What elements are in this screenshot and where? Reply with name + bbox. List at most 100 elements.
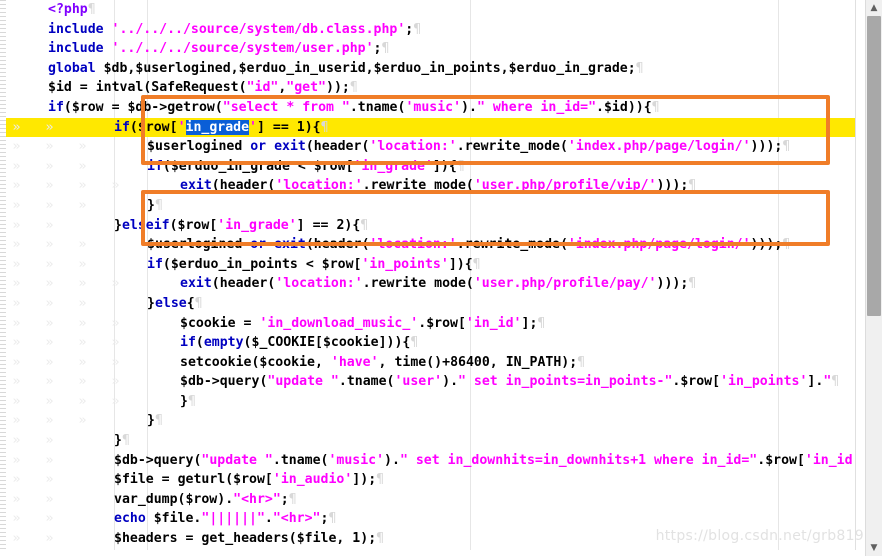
tab-marker-icon: »: [45, 197, 54, 213]
code-line[interactable]: »»»» if(empty($_COOKIE[$cookie])){¶: [0, 333, 866, 353]
code-line[interactable]: »»»» $cookie = 'in_download_music_'.$row[…: [0, 314, 866, 334]
code-line[interactable]: »»}¶: [0, 431, 866, 451]
bottom-edge-fade: [0, 550, 866, 556]
code-line[interactable]: »»»» $db->query("update ".tname('user')."…: [0, 372, 866, 392]
code-line[interactable]: »»»» exit(header('location:'.rewrite mode…: [0, 274, 866, 294]
code-editor-window[interactable]: <?php¶ include '../../../source/system/db…: [0, 0, 882, 556]
code-line[interactable]: include '../../../source/system/db.class…: [0, 20, 866, 40]
code-line[interactable]: »»» $userlogined or exit(header('location…: [0, 137, 866, 157]
tab-marker-icon: »: [45, 237, 54, 253]
scroll-up-arrow-icon[interactable]: ▲: [866, 0, 882, 16]
tab-marker-icon: »: [45, 335, 54, 351]
tab-marker-icon: »: [45, 354, 54, 370]
selected-text[interactable]: in_grade: [185, 119, 250, 135]
paragraph-mark-icon: ¶: [154, 197, 163, 213]
paragraph-mark-icon: ¶: [651, 99, 660, 115]
code-line[interactable]: »» if($row['in_grade'] == 1){¶: [0, 117, 866, 138]
tab-marker-icon: »: [111, 393, 120, 409]
tab-marker-icon: »: [78, 197, 87, 213]
tab-marker-icon: »: [45, 393, 54, 409]
paragraph-mark-icon: ¶: [376, 472, 385, 488]
tab-marker-icon: »: [111, 335, 120, 351]
tab-marker-icon: »: [45, 139, 54, 155]
code-line[interactable]: »» $file = geturl($row['in_audio']);¶: [0, 470, 866, 490]
paragraph-mark-icon: ¶: [688, 276, 697, 292]
code-line[interactable]: »»»}¶: [0, 196, 866, 216]
tab-marker-icon: »: [45, 276, 54, 292]
tab-marker-icon: »: [45, 256, 54, 272]
tab-marker-icon: »: [45, 452, 54, 468]
tab-marker-icon: »: [45, 315, 54, 331]
tab-marker-icon: »: [78, 158, 87, 174]
code-line[interactable]: $id = intval(SafeRequest("id","get"));¶: [0, 78, 866, 98]
code-line[interactable]: »»» if($erduo_in_points < $row['in_points…: [0, 255, 866, 275]
code-line[interactable]: »»»» setcookie($cookie, 'have', time()+86…: [0, 353, 866, 373]
watermark-text: https://blog.csdn.net/grb819: [655, 528, 864, 544]
tab-marker-icon: »: [45, 511, 54, 527]
code-text-area[interactable]: <?php¶ include '../../../source/system/db…: [0, 0, 882, 556]
tab-marker-icon: »: [78, 335, 87, 351]
paragraph-mark-icon: ¶: [187, 393, 196, 409]
code-line[interactable]: include '../../../source/system/user.php…: [0, 39, 866, 59]
tab-marker-icon: »: [78, 276, 87, 292]
tab-marker-icon: »: [78, 256, 87, 272]
tab-marker-icon: »: [45, 472, 54, 488]
tab-marker-icon: »: [111, 178, 120, 194]
paragraph-mark-icon: ¶: [410, 335, 419, 351]
tab-marker-icon: »: [45, 413, 54, 429]
tab-marker-icon: »: [111, 354, 120, 370]
code-line[interactable]: »»»» exit(header('location:'.rewrite_mode…: [0, 176, 866, 196]
tab-marker-icon: »: [45, 433, 54, 449]
tab-marker-icon: »: [78, 393, 87, 409]
code-line[interactable]: »»»}¶: [0, 411, 866, 431]
tab-marker-icon: »: [78, 374, 87, 390]
tab-marker-icon: »: [111, 276, 120, 292]
scroll-down-arrow-icon[interactable]: ▼: [866, 540, 882, 556]
tab-marker-icon: »: [78, 354, 87, 370]
paragraph-mark-icon: ¶: [472, 256, 481, 272]
tab-marker-icon: »: [78, 178, 87, 194]
paragraph-mark-icon: ¶: [413, 21, 422, 37]
tab-marker-icon: »: [78, 295, 87, 311]
tab-marker-icon: »: [78, 139, 87, 155]
paragraph-mark-icon: ¶: [577, 354, 586, 370]
code-line[interactable]: <?php¶: [0, 0, 866, 20]
code-line[interactable]: »»}elseif($row['in_grade'] == 2){¶: [0, 216, 866, 236]
paragraph-mark-icon: ¶: [360, 217, 369, 233]
tab-marker-icon: »: [45, 491, 54, 507]
tab-marker-icon: »: [45, 217, 54, 233]
paragraph-mark-icon: ¶: [688, 178, 697, 194]
code-line[interactable]: »» var_dump($row)."<hr>";¶: [0, 490, 866, 510]
paragraph-mark-icon: ¶: [456, 158, 465, 174]
tab-marker-icon: »: [45, 531, 54, 547]
code-line[interactable]: if($row = $db->getrow("select * from ".t…: [0, 98, 866, 118]
code-line[interactable]: »»» $userlogined or exit(header('location…: [0, 235, 866, 255]
tab-marker-icon: »: [45, 374, 54, 390]
tab-marker-icon: »: [111, 374, 120, 390]
code-line[interactable]: global $db,$userlogined,$erduo_in_userid…: [0, 59, 866, 79]
paragraph-mark-icon: ¶: [320, 119, 329, 135]
code-line[interactable]: »» echo $file."||||||"."<hr>";¶: [0, 509, 866, 529]
code-line[interactable]: »»»»}¶: [0, 392, 866, 412]
tab-marker-icon: »: [45, 295, 54, 311]
tab-marker-icon: »: [78, 413, 87, 429]
paragraph-mark-icon: ¶: [194, 295, 203, 311]
paragraph-mark-icon: ¶: [381, 41, 390, 57]
paragraph-mark-icon: ¶: [328, 511, 337, 527]
code-line[interactable]: »» $db->query("update ".tname('music')." …: [0, 451, 882, 471]
paragraph-mark-icon: ¶: [121, 433, 130, 449]
scrollbar-thumb[interactable]: [867, 16, 881, 316]
paragraph-mark-icon: ¶: [782, 237, 791, 253]
paragraph-mark-icon: ¶: [376, 531, 385, 547]
paragraph-mark-icon: ¶: [782, 139, 791, 155]
code-line[interactable]: »»» if($erduo_in_grade < $row['in_grade']…: [0, 157, 866, 177]
vertical-scrollbar[interactable]: ▲ ▼: [865, 0, 882, 556]
paragraph-mark-icon: ¶: [288, 491, 297, 507]
tab-marker-icon: »: [111, 315, 120, 331]
tab-marker-icon: »: [78, 315, 87, 331]
code-line[interactable]: »»»}else{¶: [0, 294, 866, 314]
tab-marker-icon: »: [45, 158, 54, 174]
paragraph-mark-icon: ¶: [87, 2, 96, 17]
paragraph-mark-icon: ¶: [831, 374, 840, 390]
paragraph-mark-icon: ¶: [154, 413, 163, 429]
